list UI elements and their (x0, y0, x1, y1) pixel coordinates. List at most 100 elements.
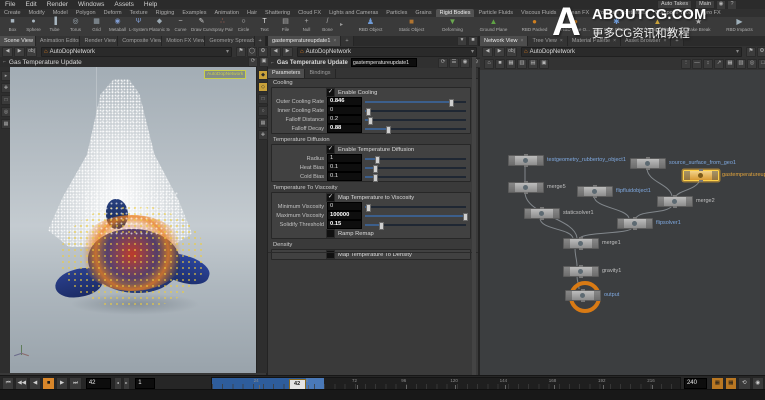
back-icon[interactable]: ◀ (270, 47, 281, 57)
shelf-tool-static-object[interactable]: ■Static Object (391, 17, 432, 36)
node-source_surface_from_geo1[interactable]: source_surface_from_geo1 (630, 158, 666, 169)
param-slider[interactable] (365, 155, 466, 162)
param-slider[interactable] (365, 107, 466, 114)
menu-item-render[interactable]: Render (42, 0, 73, 9)
refresh-icon[interactable]: ⟳ (248, 57, 258, 67)
slider-handle[interactable] (366, 108, 371, 116)
shelf-tab-deform[interactable]: Deform (100, 9, 126, 17)
shelf-tab-particles[interactable]: Particles (382, 9, 411, 17)
menu-icon[interactable]: ☰ (449, 58, 459, 68)
network-tool-icon[interactable]: ↗ (714, 59, 724, 69)
slider-handle[interactable] (386, 126, 391, 134)
network-tool-icon[interactable]: ◎ (747, 59, 757, 69)
shelf-tab-rigging[interactable]: Rigging (152, 9, 179, 17)
viewport-canvas[interactable]: AutoDopNetwork 42 FPS + (10, 67, 256, 373)
shelf-tool-grid[interactable]: ▦Grid (86, 17, 107, 36)
playbar-option-button[interactable]: ▦ (711, 377, 723, 390)
maximize-icon[interactable]: ■ (468, 36, 478, 46)
param-value-solidify-threshold[interactable]: 0.15 (327, 220, 362, 229)
menu-item-file[interactable]: File (0, 0, 20, 9)
current-frame-field[interactable]: 42 (86, 378, 111, 389)
slider-handle[interactable] (373, 174, 378, 182)
slider-handle[interactable] (449, 99, 454, 107)
network-tool-icon[interactable]: ▤ (528, 59, 538, 69)
context-button[interactable]: obj (26, 47, 37, 57)
playbar-option-button[interactable]: ⟲ (738, 377, 750, 390)
shelf-tab-grains[interactable]: Grains (411, 9, 435, 17)
close-icon[interactable]: × (521, 36, 524, 46)
slider-handle[interactable] (368, 117, 373, 125)
tab-motion-fx-view[interactable]: Motion FX View× (162, 36, 205, 46)
checkbox-map-temperature-to-viscosity[interactable]: ✓ (326, 193, 335, 202)
shelf-tab-rigid-bodies[interactable]: Rigid Bodies (436, 9, 475, 17)
checkbox-enable-temperature-diffusion[interactable]: ✓ (326, 145, 335, 154)
menu-item-help[interactable]: Help (139, 0, 162, 9)
param-value-falloff-distance[interactable]: 0.2 (327, 115, 362, 124)
pin-icon[interactable]: ⌐ (3, 59, 6, 65)
shelf-tool-draw-curve[interactable]: ✎Draw Curve (191, 17, 212, 36)
shelf-tab-modify[interactable]: Modify (25, 9, 49, 17)
forward-icon[interactable]: ▶ (494, 47, 505, 57)
param-value-cold-bias[interactable]: 0.1 (327, 172, 362, 181)
pin-icon[interactable]: ⌐ (271, 60, 274, 66)
param-slider[interactable] (365, 116, 466, 123)
shelf-tool-null[interactable]: +Null (296, 17, 317, 36)
slider-handle[interactable] (379, 222, 384, 230)
shelf-tool-circle[interactable]: ○Circle (233, 17, 254, 36)
new-tab-button[interactable]: + (341, 36, 353, 46)
viewport-tool-icon[interactable]: ○ (258, 106, 268, 116)
network-tool-icon[interactable]: ⌂ (484, 59, 494, 69)
shelf-tool-file[interactable]: ▤File (275, 17, 296, 36)
node-flipfluidobject1[interactable]: flipfluidobject1 (577, 186, 613, 197)
playbar-option-button[interactable]: ◉ (752, 377, 764, 390)
gear-icon[interactable]: ⚙ (258, 47, 268, 57)
info-icon[interactable]: ◉ (460, 58, 470, 68)
viewport-tool-icon[interactable]: □ (258, 94, 268, 104)
param-tab-bindings[interactable]: Bindings (305, 69, 335, 78)
network-tool-icon[interactable]: ↕ (703, 59, 713, 69)
viewport-tool-icon[interactable]: ✚ (258, 130, 268, 140)
tab-gastemperatureupdate1[interactable]: gastemperatureupdate1× (268, 36, 341, 46)
network-canvas[interactable]: testgeometry_rubbertoy_object1source_sur… (480, 70, 765, 375)
shelf-tab-hair[interactable]: Hair (243, 9, 261, 17)
chevron-down-icon[interactable]: ▾ (471, 48, 474, 55)
param-tab-parameters[interactable]: Parameters (268, 69, 305, 78)
playbar-option-button[interactable]: ▦ (725, 377, 737, 390)
back-icon[interactable]: ◀ (2, 47, 13, 57)
shelf-tool-ground-plane[interactable]: ▲Ground Plane (473, 17, 514, 36)
scene-path-field[interactable]: ⌂ AutoDopNetwork ▾ (41, 47, 232, 57)
flag-icon[interactable]: ⚑ (746, 47, 756, 57)
shelf-tab-examples[interactable]: Examples (178, 9, 210, 17)
node-flipsolver1[interactable]: flipsolver1 (617, 218, 653, 229)
shelf-tab-polygon[interactable]: Polygon (72, 9, 100, 17)
param-value-falloff-decay[interactable]: 0.88 (327, 124, 362, 133)
slider-handle[interactable] (366, 204, 371, 212)
viewport-tool-icon[interactable]: ▦ (258, 118, 268, 128)
param-slider[interactable] (365, 164, 466, 171)
viewport-tool-icon[interactable]: ◆ (258, 70, 268, 80)
shelf-overflow-icon[interactable]: ▸ (340, 21, 343, 28)
node-gastemperatureupdate1[interactable]: gastemperatureupdate1 (683, 170, 719, 181)
playback-button[interactable]: ◀◀ (15, 377, 27, 390)
pane-menu-icon[interactable]: ▾ (457, 36, 467, 46)
network-tool-icon[interactable]: ⋮ (681, 59, 691, 69)
node-output[interactable]: output (565, 290, 601, 301)
range-end-field[interactable]: 240 (684, 378, 707, 389)
node-staticsolver1[interactable]: staticsolver1 (524, 208, 560, 219)
playback-button[interactable]: ⏭ (69, 377, 81, 390)
network-tool-icon[interactable]: ■ (495, 59, 505, 69)
param-value-inner-cooling-rate[interactable]: 0 (327, 106, 362, 115)
node-name-field[interactable] (351, 58, 417, 67)
back-icon[interactable]: ◀ (482, 47, 493, 57)
gear-icon[interactable]: ⚙ (757, 47, 765, 57)
param-slider[interactable] (365, 98, 466, 105)
shelf-tab-particle-fluids[interactable]: Particle Fluids (474, 9, 517, 17)
shelf-tool-l-system[interactable]: ΨL-System (128, 17, 149, 36)
range-start-field[interactable]: 1 (135, 378, 154, 389)
param-value-outer-cooling-rate[interactable]: 0.846 (327, 97, 362, 106)
recook-icon[interactable]: ⟳ (438, 58, 448, 68)
param-slider[interactable] (365, 173, 466, 180)
playback-button[interactable]: ⏮ (2, 377, 14, 390)
playback-button[interactable]: ▶ (56, 377, 68, 390)
slider-handle[interactable] (373, 165, 378, 173)
